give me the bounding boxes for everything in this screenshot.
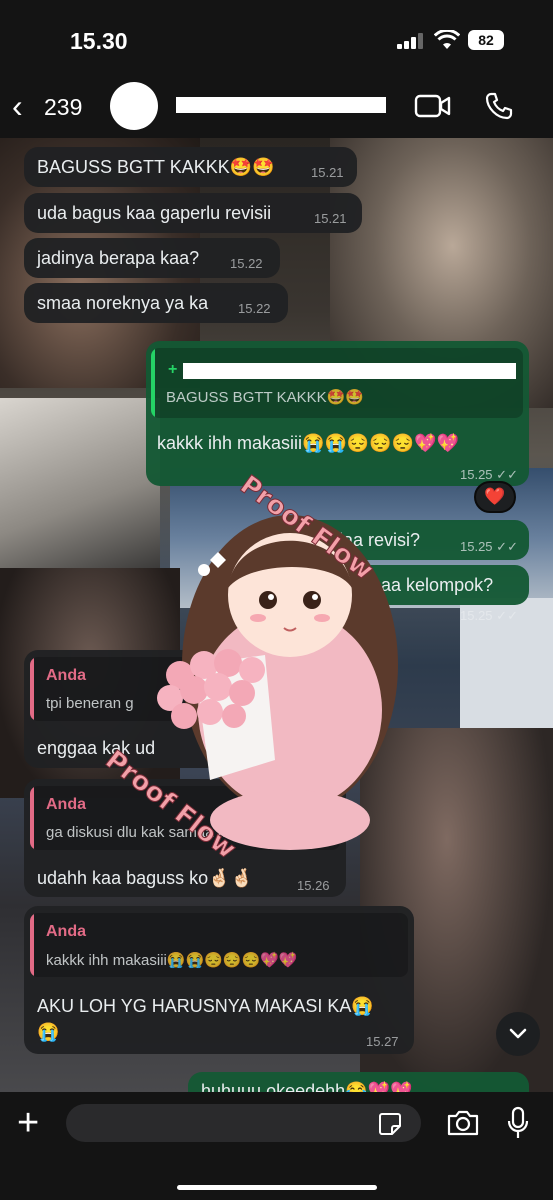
quote-author: Anda xyxy=(46,796,86,813)
message-time: 15.22 xyxy=(238,301,271,316)
message-time: 15.25 ✓✓ xyxy=(460,539,518,554)
quoted-message[interactable]: + BAGUSS BGTT KAKKK🤩🤩 xyxy=(151,348,523,418)
heart-reaction-icon[interactable]: ❤️ xyxy=(474,481,516,513)
message-bubble-incoming[interactable]: uda bagus kaa gaperlu revisii 15.21 xyxy=(24,193,362,233)
quote-plus-icon: + xyxy=(168,361,178,378)
wallpaper-photo xyxy=(0,398,160,568)
read-receipt-icon: ✓✓ xyxy=(496,467,518,482)
message-text: uda bagus kaa gaperlu revisii xyxy=(37,203,272,223)
unread-count[interactable]: 239 xyxy=(44,94,82,121)
message-time: 15.21 xyxy=(314,211,347,226)
scroll-to-bottom-button[interactable] xyxy=(496,1012,540,1056)
message-bubble-incoming[interactable]: Anda kakkk ihh makasiii😭😭😔😔😔💖💖 AKU LOH Y… xyxy=(24,906,414,1054)
sticker-icon[interactable] xyxy=(378,1112,402,1136)
quote-text: kakkk ihh makasiii😭😭😔😔😔💖💖 xyxy=(46,952,298,969)
message-time: 15.25 ✓✓ xyxy=(460,608,518,623)
message-text-continued: 😭 xyxy=(37,1022,60,1042)
message-text: BAGUSS BGTT KAKKK🤩🤩 xyxy=(37,157,275,177)
back-chevron-icon[interactable]: ‹ xyxy=(12,90,23,122)
message-text: AKU LOH YG HARUSNYA MAKASI KA😭 xyxy=(37,996,374,1016)
message-text: smaa noreknya ya ka xyxy=(37,293,209,313)
message-text: kakkk ihh makasiii😭😭😔😔😔💖💖 xyxy=(157,433,459,453)
quote-text: BAGUSS BGTT KAKKK🤩🤩 xyxy=(166,389,364,406)
message-composer: + xyxy=(0,1092,553,1200)
video-call-icon[interactable] xyxy=(414,93,452,119)
wifi-icon xyxy=(434,30,460,49)
quote-author: Anda xyxy=(46,923,86,940)
message-bubble-incoming[interactable]: jadinya berapa kaa? 15.22 xyxy=(24,238,280,278)
message-bubble-outgoing[interactable]: + BAGUSS BGTT KAKKK🤩🤩 kakkk ihh makasiii… xyxy=(146,341,529,486)
chevron-down-icon xyxy=(509,1028,527,1039)
quote-author: Anda xyxy=(46,667,86,684)
message-time: 15.26 xyxy=(297,878,330,893)
quote-text: tpi beneran g xyxy=(46,695,134,712)
read-receipt-icon: ✓✓ xyxy=(496,608,518,623)
message-text: udahh kaa baguss ko🤞🏻🤞🏻 xyxy=(37,868,253,888)
message-text: jadinya berapa kaa? xyxy=(37,248,200,268)
message-text: enggaa kak ud xyxy=(37,738,156,758)
message-time: 15.22 xyxy=(230,256,263,271)
avatar[interactable] xyxy=(110,82,158,130)
quote-author-redacted xyxy=(183,363,516,379)
status-bar: 15.30 82 xyxy=(0,0,553,80)
message-bubble-incoming[interactable]: BAGUSS BGTT KAKKK🤩🤩 15.21 xyxy=(24,147,357,187)
message-time: 15.27 xyxy=(366,1034,399,1049)
message-time: 15.21 xyxy=(311,165,344,180)
microphone-icon[interactable] xyxy=(506,1106,530,1140)
signal-icon xyxy=(397,33,423,49)
read-receipt-icon: ✓✓ xyxy=(496,539,518,554)
battery-icon: 82 xyxy=(468,30,504,50)
quoted-message[interactable]: Anda kakkk ihh makasiii😭😭😔😔😔💖💖 xyxy=(30,913,408,977)
contact-name-redacted[interactable] xyxy=(176,97,386,113)
message-input[interactable] xyxy=(66,1104,421,1142)
status-time: 15.30 xyxy=(70,28,128,54)
plus-icon[interactable]: + xyxy=(17,1104,39,1142)
message-bubble-incoming[interactable]: smaa noreknya ya ka 15.22 xyxy=(24,283,288,323)
chat-header: ‹ 239 xyxy=(0,80,553,138)
home-indicator[interactable] xyxy=(177,1185,377,1190)
camera-icon[interactable] xyxy=(446,1109,480,1137)
phone-icon[interactable] xyxy=(484,91,514,121)
